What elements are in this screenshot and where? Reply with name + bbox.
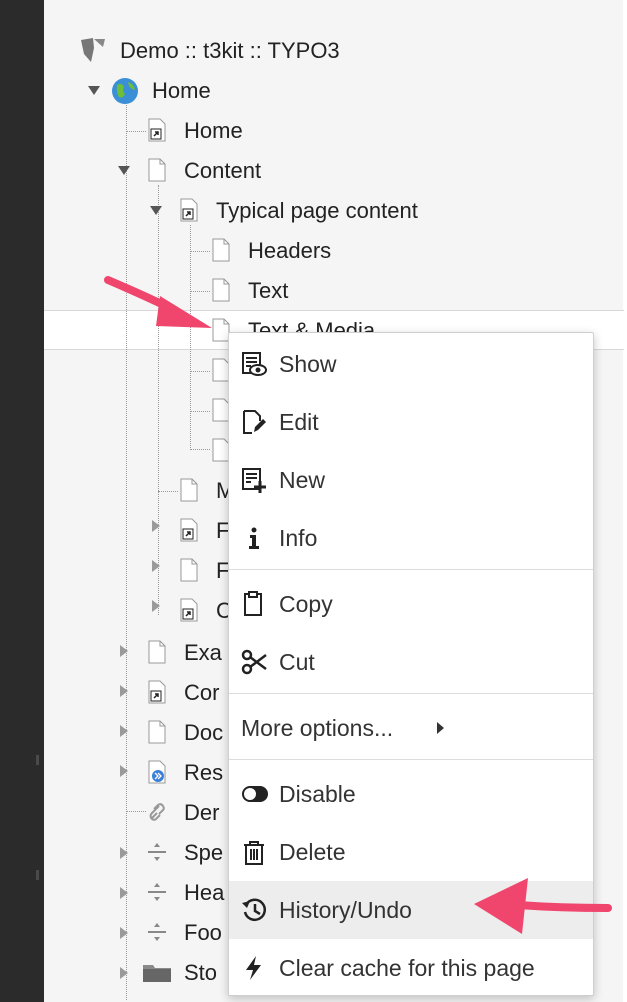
menu-item-label: Info [279, 525, 318, 551]
shortcut-page-icon[interactable] [180, 518, 198, 542]
panel-edge [623, 0, 627, 1002]
folder-icon[interactable] [142, 960, 172, 984]
tree-connector [126, 131, 146, 132]
menu-divider [229, 759, 593, 760]
menu-item-disable[interactable]: Disable [229, 765, 593, 823]
copy-icon [241, 591, 267, 617]
expand-toggle-icon[interactable] [120, 847, 128, 859]
menu-item-cut[interactable]: Cut [229, 633, 593, 691]
expand-toggle-icon[interactable] [152, 600, 160, 612]
shortcut-page-icon[interactable] [148, 118, 166, 142]
collapse-toggle-icon[interactable] [150, 206, 162, 215]
tree-connector [126, 811, 146, 812]
menu-item-delete[interactable]: Delete [229, 823, 593, 881]
menu-divider [229, 693, 593, 694]
menu-item-label: Delete [279, 839, 346, 865]
page-icon[interactable] [148, 720, 166, 744]
page-icon[interactable] [180, 478, 198, 502]
spacer-icon[interactable] [146, 880, 168, 904]
tree-connector [190, 251, 210, 252]
page-icon[interactable] [212, 238, 230, 262]
expand-toggle-icon[interactable] [120, 725, 128, 737]
menu-divider [229, 569, 593, 570]
tree-item-label[interactable]: Spe [184, 841, 223, 865]
tree-root-label[interactable]: Demo :: t3kit :: TYPO3 [120, 39, 340, 63]
submenu-caret-icon [437, 722, 444, 734]
menu-item-label: Disable [279, 781, 356, 807]
annotation-arrow-icon [474, 878, 612, 934]
menu-item-label: More options... [241, 715, 394, 741]
collapse-toggle-icon[interactable] [118, 166, 130, 175]
lightning-icon [241, 955, 267, 981]
spacer-icon[interactable] [146, 920, 168, 944]
cut-icon [241, 649, 267, 675]
menu-item-label: Show [279, 351, 337, 377]
tree-item-label[interactable]: Cor [184, 681, 219, 705]
menu-item-copy[interactable]: Copy [229, 575, 593, 633]
expand-toggle-icon[interactable] [152, 520, 160, 532]
tree-connector [190, 449, 210, 450]
shortcut-page-icon[interactable] [180, 598, 198, 622]
page-icon[interactable] [180, 558, 198, 582]
new-icon [241, 467, 267, 493]
tree-connector [126, 105, 127, 1000]
expand-toggle-icon[interactable] [120, 887, 128, 899]
collapse-toggle-icon[interactable] [88, 86, 100, 95]
menu-item-label: New [279, 467, 326, 493]
tree-connector [158, 185, 159, 615]
tree-item-label[interactable]: Der [184, 801, 219, 825]
expand-toggle-icon[interactable] [120, 967, 128, 979]
shortcut-page-icon[interactable] [180, 198, 198, 222]
toggle-icon [241, 781, 268, 807]
expand-toggle-icon[interactable] [120, 765, 128, 777]
tree-item-label[interactable]: Headers [248, 239, 331, 263]
expand-toggle-icon[interactable] [152, 560, 160, 572]
menu-item-label: Clear cache for this page [279, 955, 535, 981]
trash-icon [241, 839, 267, 865]
menu-item-label: Edit [279, 409, 319, 435]
link-icon[interactable] [146, 800, 168, 824]
edit-icon [241, 409, 267, 435]
show-icon [241, 351, 267, 377]
menu-item-clear-cache[interactable]: Clear cache for this page [229, 939, 593, 997]
menu-item-label: History/Undo [279, 897, 412, 923]
expand-toggle-icon[interactable] [120, 645, 128, 657]
menu-item-edit[interactable]: Edit [229, 393, 593, 451]
menu-item-info[interactable]: Info [229, 509, 593, 567]
sidebar-divider [36, 755, 39, 765]
expand-toggle-icon[interactable] [120, 685, 128, 697]
tree-item-label[interactable]: Content [184, 159, 261, 183]
tree-item-label[interactable]: Home [184, 119, 243, 143]
tree-connector [190, 411, 210, 412]
page-icon[interactable] [148, 640, 166, 664]
tree-item-label[interactable]: Typical page content [216, 199, 418, 223]
tree-item-label[interactable]: Hea [184, 881, 224, 905]
external-link-page-icon[interactable] [148, 760, 166, 784]
tree-connector [158, 491, 178, 492]
menu-item-show[interactable]: Show [229, 335, 593, 393]
typo3-logo-icon [78, 36, 108, 66]
module-sidebar [0, 0, 44, 1002]
tree-item-label[interactable]: Sto [184, 961, 217, 985]
info-icon [241, 525, 267, 551]
sidebar-divider [36, 870, 39, 880]
expand-toggle-icon[interactable] [120, 927, 128, 939]
menu-item-more-options[interactable]: More options... [229, 699, 593, 757]
menu-item-label: Copy [279, 591, 333, 617]
tree-item-label[interactable]: Doc [184, 721, 223, 745]
annotation-arrow-icon [104, 276, 212, 328]
history-icon [241, 897, 267, 923]
spacer-icon[interactable] [146, 840, 168, 864]
tree-connector [190, 371, 210, 372]
tree-item-label[interactable]: Res [184, 761, 223, 785]
tree-item-label[interactable]: Exa [184, 641, 222, 665]
page-icon[interactable] [148, 158, 166, 182]
tree-item-label[interactable]: Home [152, 79, 211, 103]
menu-item-label: Cut [279, 649, 315, 675]
shortcut-page-icon[interactable] [148, 680, 166, 704]
tree-item-label[interactable]: Foo [184, 921, 222, 945]
tree-item-label[interactable]: Text [248, 279, 288, 303]
globe-icon[interactable] [110, 76, 140, 106]
menu-item-new[interactable]: New [229, 451, 593, 509]
